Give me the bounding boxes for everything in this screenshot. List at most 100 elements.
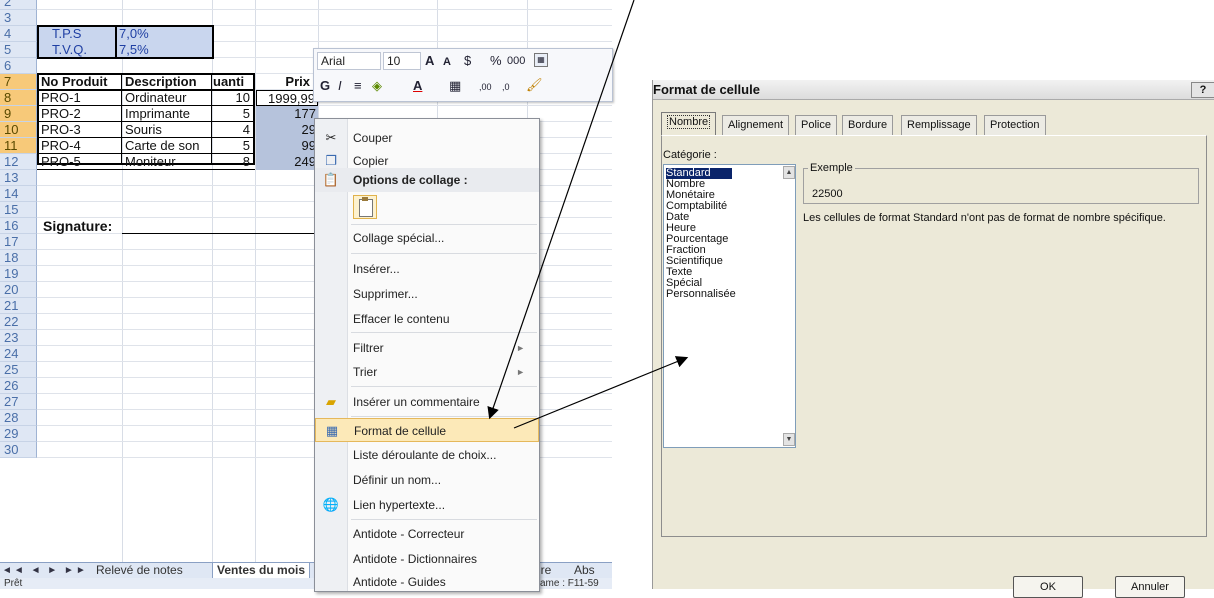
tab-releve-de-notes[interactable]: Relevé de notes: [96, 563, 183, 579]
product-id-cell[interactable]: PRO-3: [38, 122, 121, 138]
ok-button[interactable]: OK: [1013, 576, 1083, 598]
menu-item-cut[interactable]: ✂ Couper: [315, 126, 539, 150]
italic-button[interactable]: I: [338, 77, 342, 95]
quantity-cell[interactable]: 4: [212, 122, 253, 138]
scroll-up-icon[interactable]: ▲: [783, 166, 795, 179]
menu-item-insert-comment[interactable]: ▰ Insérer un commentaire: [315, 390, 539, 414]
quantity-cell[interactable]: 10: [212, 90, 253, 106]
signature-label[interactable]: Signature:: [40, 218, 130, 234]
menu-item-paste-special[interactable]: Collage spécial...: [315, 226, 539, 250]
menu-item-antidote-guides[interactable]: Antidote - Guides: [315, 570, 539, 594]
tab-police[interactable]: Police: [795, 115, 837, 135]
price-cell[interactable]: 99: [256, 138, 318, 154]
row-number[interactable]: 7: [0, 74, 37, 90]
row-number[interactable]: 25: [0, 362, 37, 378]
menu-item-format-cells[interactable]: ▦ Format de cellule: [315, 418, 539, 442]
row-number[interactable]: 3: [0, 10, 37, 26]
font-size-select[interactable]: 10: [383, 52, 421, 70]
row-number[interactable]: 12: [0, 154, 37, 170]
menu-item-filter[interactable]: Filtrer ►: [315, 336, 539, 360]
increase-decimal-button[interactable]: ,00: [479, 78, 492, 96]
product-id-cell[interactable]: PRO-2: [38, 106, 121, 122]
thousands-button[interactable]: 000: [507, 52, 525, 70]
currency-button[interactable]: $: [464, 52, 471, 70]
description-cell[interactable]: Ordinateur: [122, 90, 211, 106]
menu-item-dropdown-list[interactable]: Liste déroulante de choix...: [315, 443, 539, 467]
row-number[interactable]: 5: [0, 42, 37, 58]
menu-item-clear-contents[interactable]: Effacer le contenu: [315, 307, 539, 331]
product-id-cell[interactable]: PRO-5: [38, 154, 121, 170]
decrease-decimal-button[interactable]: ,0: [502, 78, 510, 96]
tab-nav-arrows[interactable]: ◄◄ ◄ ► ►►: [2, 563, 88, 579]
font-name-select[interactable]: Arial: [317, 52, 381, 70]
row-number[interactable]: 29: [0, 426, 37, 442]
row-number[interactable]: 28: [0, 410, 37, 426]
quantity-cell[interactable]: 5: [212, 106, 253, 122]
shrink-font-button[interactable]: A: [443, 53, 451, 71]
menu-item-sort[interactable]: Trier ►: [315, 360, 539, 384]
menu-item-antidote-correcteur[interactable]: Antidote - Correcteur: [315, 522, 539, 546]
menu-item-insert[interactable]: Insérer...: [315, 257, 539, 281]
description-cell[interactable]: Souris: [122, 122, 211, 138]
dialog-titlebar[interactable]: Format de cellule ?: [653, 80, 1214, 100]
description-cell[interactable]: Imprimante: [122, 106, 211, 122]
description-cell[interactable]: Carte de son: [122, 138, 211, 154]
tab-remplissage[interactable]: Remplissage: [901, 115, 977, 135]
price-cell[interactable]: 249: [256, 154, 318, 170]
row-number[interactable]: 30: [0, 442, 37, 458]
price-cell[interactable]: 177: [256, 106, 318, 122]
format-painter-icon[interactable]: 🖌: [526, 76, 543, 94]
paste-icon[interactable]: [353, 195, 377, 219]
row-number[interactable]: 6: [0, 58, 37, 74]
tab-bordure[interactable]: Bordure: [842, 115, 894, 135]
product-id-cell[interactable]: PRO-1: [38, 90, 121, 106]
menu-item-antidote-dictionnaires[interactable]: Antidote - Dictionnaires: [315, 547, 539, 571]
format-table-icon[interactable]: ▦: [534, 53, 548, 67]
row-number[interactable]: 24: [0, 346, 37, 362]
price-cell[interactable]: 29: [256, 122, 318, 138]
quantity-cell[interactable]: 8: [212, 154, 253, 170]
align-center-button[interactable]: ≡: [354, 77, 362, 95]
row-number[interactable]: 19: [0, 266, 37, 282]
fill-color-icon[interactable]: ◈: [372, 77, 382, 95]
tab-alignement[interactable]: Alignement: [722, 115, 790, 135]
category-item[interactable]: Personnalisée: [666, 289, 736, 300]
row-number[interactable]: 10: [0, 122, 37, 138]
help-button[interactable]: ?: [1191, 82, 1214, 98]
menu-item-hyperlink[interactable]: 🌐 Lien hypertexte...: [315, 493, 539, 517]
quantity-cell[interactable]: 5: [212, 138, 253, 154]
product-id-cell[interactable]: PRO-4: [38, 138, 121, 154]
row-number[interactable]: 17: [0, 234, 37, 250]
row-number[interactable]: 15: [0, 202, 37, 218]
row-number[interactable]: 23: [0, 330, 37, 346]
borders-icon[interactable]: ▦: [449, 77, 461, 95]
row-number[interactable]: 8: [0, 90, 37, 106]
row-number[interactable]: 27: [0, 394, 37, 410]
price-cell[interactable]: 1999,99: [256, 90, 318, 106]
row-number[interactable]: 18: [0, 250, 37, 266]
font-color-button[interactable]: A: [413, 77, 422, 95]
description-cell[interactable]: Moniteur: [122, 154, 211, 170]
row-number[interactable]: 22: [0, 314, 37, 330]
row-number[interactable]: 9: [0, 106, 37, 122]
percent-button[interactable]: %: [490, 52, 502, 70]
row-number[interactable]: 11: [0, 138, 37, 154]
grow-font-button[interactable]: A: [425, 52, 434, 70]
row-number[interactable]: 26: [0, 378, 37, 394]
row-number[interactable]: 14: [0, 186, 37, 202]
scroll-down-icon[interactable]: ▼: [783, 433, 795, 446]
row-number[interactable]: 4: [0, 26, 37, 42]
row-number[interactable]: 16: [0, 218, 37, 234]
row-number[interactable]: 21: [0, 298, 37, 314]
tab-protection[interactable]: Protection: [984, 115, 1046, 135]
tab-ventes-du-mois[interactable]: Ventes du mois: [212, 563, 311, 579]
row-number[interactable]: 13: [0, 170, 37, 186]
menu-item-delete[interactable]: Supprimer...: [315, 282, 539, 306]
cancel-button[interactable]: Annuler: [1115, 576, 1185, 598]
row-number[interactable]: 2: [0, 0, 37, 10]
menu-item-define-name[interactable]: Définir un nom...: [315, 468, 539, 492]
tab-nombre[interactable]: Nombre: [661, 112, 717, 136]
category-list[interactable]: Standard Nombre Monétaire Comptabilité Date H…: [663, 164, 796, 448]
row-number[interactable]: 20: [0, 282, 37, 298]
bold-button[interactable]: G: [320, 77, 330, 95]
